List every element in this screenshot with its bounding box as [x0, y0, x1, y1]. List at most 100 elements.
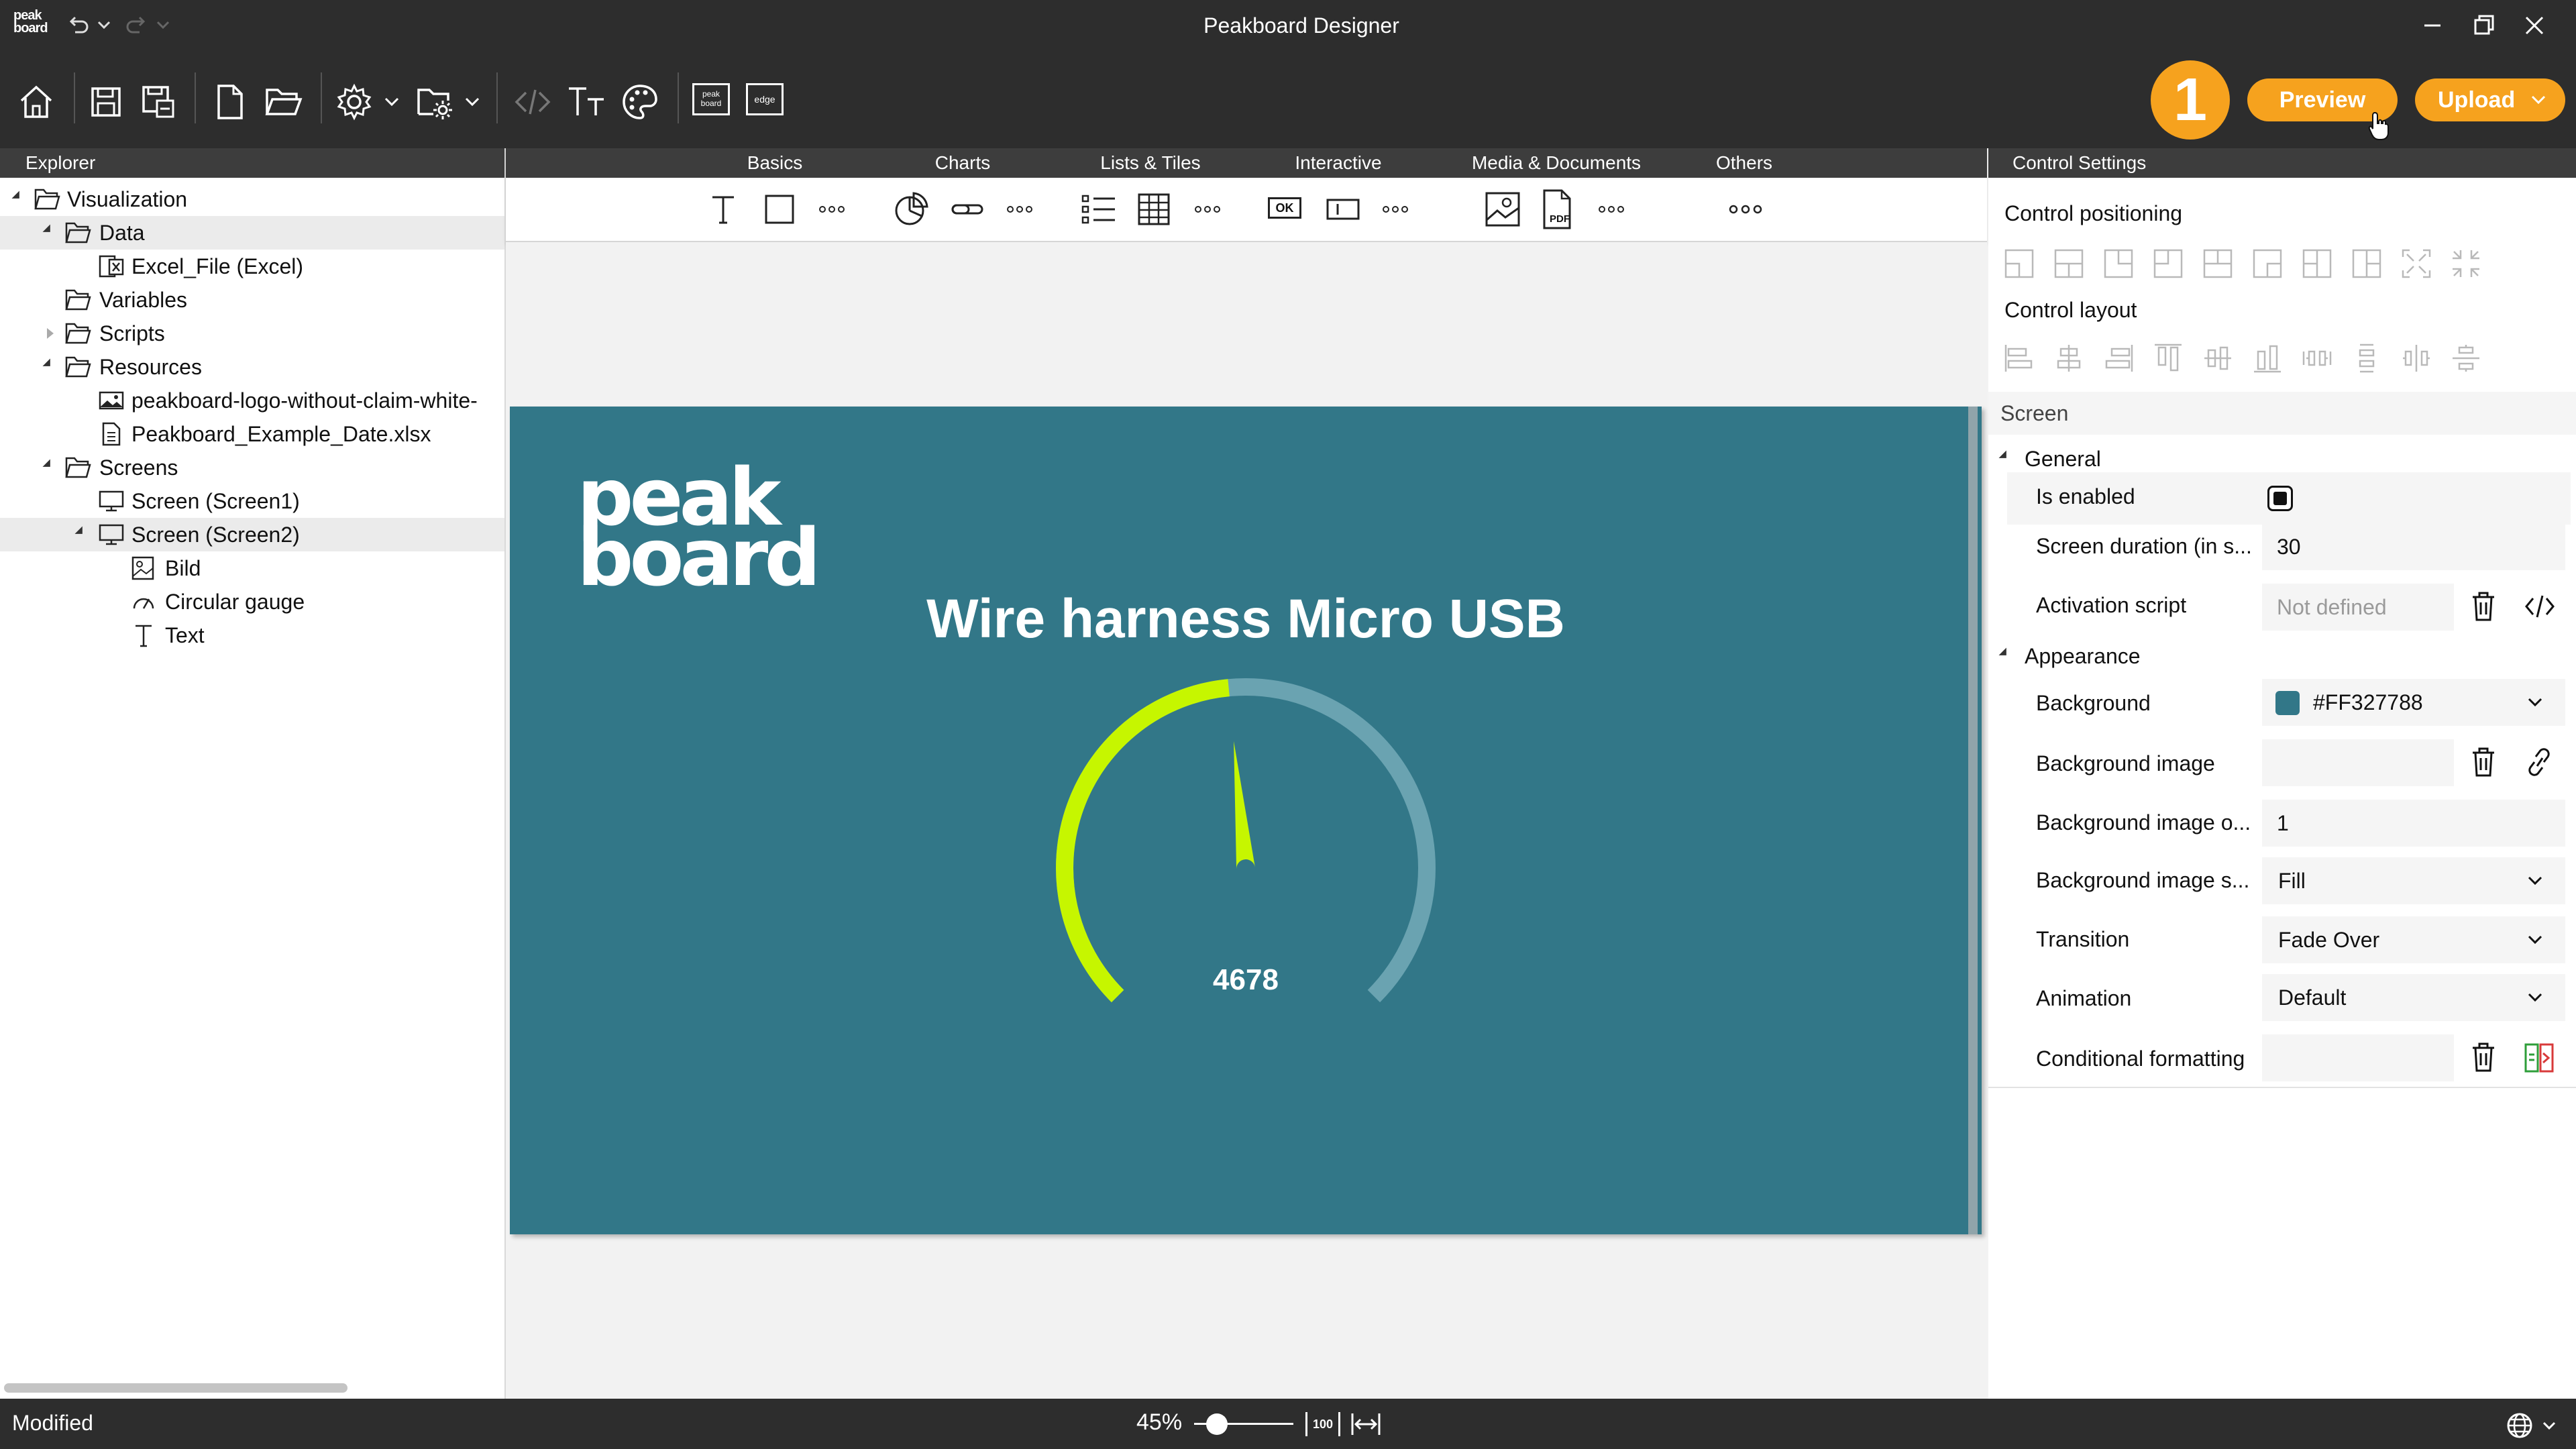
globe-icon[interactable]: [2505, 1411, 2534, 1440]
zoom-slider-thumb[interactable]: [1205, 1413, 1228, 1435]
more-media-icon[interactable]: [1598, 200, 1625, 219]
settings-gear-icon[interactable]: [333, 80, 376, 123]
position-option-2-icon[interactable]: [2053, 248, 2085, 280]
conditional-formatting-field[interactable]: [2262, 1034, 2454, 1081]
position-option-7-icon[interactable]: [2301, 248, 2333, 280]
folder-settings-dropdown-icon[interactable]: [462, 91, 483, 113]
redo-dropdown-icon[interactable]: [153, 15, 173, 35]
tree-item-text[interactable]: Text: [0, 619, 504, 652]
upload-button[interactable]: Upload: [2415, 78, 2565, 121]
tree-item-scripts[interactable]: Scripts: [0, 317, 504, 350]
save-icon[interactable]: [85, 80, 127, 123]
position-option-8-icon[interactable]: [2351, 248, 2383, 280]
rectangle-component-icon[interactable]: [762, 192, 797, 227]
tree-item-excel-file[interactable]: Excel_File (Excel): [0, 250, 504, 283]
collapse-icon[interactable]: [42, 459, 54, 471]
background-image-stretch-select[interactable]: Fill: [2262, 857, 2565, 904]
expand-icon[interactable]: [47, 328, 54, 339]
layout-option-7-icon[interactable]: [2301, 342, 2333, 374]
edge-box-icon[interactable]: edge: [746, 83, 784, 115]
layout-option-6-icon[interactable]: [2251, 342, 2284, 374]
more-basics-icon[interactable]: [818, 200, 845, 219]
position-option-4-icon[interactable]: [2152, 248, 2184, 280]
position-option-10-icon[interactable]: [2450, 248, 2482, 280]
tree-item-screens[interactable]: Screens: [0, 451, 504, 484]
more-interactive-icon[interactable]: [1382, 200, 1409, 219]
explorer-horizontal-scrollbar[interactable]: [4, 1383, 347, 1393]
pdf-component-icon[interactable]: PDF: [1540, 189, 1575, 229]
more-others-icon[interactable]: [1728, 200, 1763, 219]
layout-option-8-icon[interactable]: [2351, 342, 2383, 374]
layout-option-2-icon[interactable]: [2053, 342, 2085, 374]
tree-item-circular-gauge[interactable]: Circular gauge: [0, 585, 504, 619]
redo-icon[interactable]: [123, 12, 150, 39]
screen-title-text[interactable]: Wire harness Micro USB: [510, 588, 1982, 651]
category-charts[interactable]: Charts: [899, 148, 1026, 178]
category-others[interactable]: Others: [1684, 148, 1805, 178]
delete-activation-script-icon[interactable]: [2469, 590, 2498, 623]
layout-option-5-icon[interactable]: [2202, 342, 2234, 374]
tree-item-screen2[interactable]: Screen (Screen2): [0, 518, 504, 551]
undo-dropdown-icon[interactable]: [94, 15, 114, 35]
table-component-icon[interactable]: [1136, 192, 1171, 227]
new-file-icon[interactable]: [208, 80, 251, 123]
tree-item-data[interactable]: Data: [0, 216, 504, 250]
category-lists-tiles[interactable]: Lists & Tiles: [1073, 148, 1228, 178]
layout-option-4-icon[interactable]: [2152, 342, 2184, 374]
open-folder-icon[interactable]: [262, 80, 305, 123]
restore-icon[interactable]: [2469, 11, 2498, 40]
peakboard-logo[interactable]: peak board: [577, 458, 821, 597]
background-image-opacity-input[interactable]: 1: [2262, 800, 2565, 847]
tree-item-excel-resource[interactable]: Peakboard_Example_Date.xlsx: [0, 417, 504, 451]
zoom-slider[interactable]: [1194, 1412, 1293, 1436]
layout-option-9-icon[interactable]: [2400, 342, 2432, 374]
peakboard-box-icon[interactable]: peak board: [692, 83, 730, 115]
appearance-group-label[interactable]: Appearance: [2025, 644, 2141, 669]
fit-width-icon[interactable]: [1350, 1411, 1382, 1438]
tree-item-bild[interactable]: Bild: [0, 551, 504, 585]
collapse-icon[interactable]: [42, 358, 54, 370]
layout-option-10-icon[interactable]: [2450, 342, 2482, 374]
font-icon[interactable]: [565, 80, 608, 123]
link-background-image-icon[interactable]: [2522, 747, 2556, 777]
is-enabled-checkbox[interactable]: [2267, 486, 2293, 511]
category-interactive[interactable]: Interactive: [1275, 148, 1402, 178]
bar-chart-component-icon[interactable]: [950, 192, 985, 227]
general-group-label[interactable]: General: [2025, 447, 2101, 472]
category-media-documents[interactable]: Media & Documents: [1456, 148, 1657, 178]
close-icon[interactable]: [2520, 11, 2549, 40]
position-option-1-icon[interactable]: [2003, 248, 2035, 280]
tree-item-screen1[interactable]: Screen (Screen1): [0, 484, 504, 518]
tree-item-logo-image[interactable]: peakboard-logo-without-claim-white-: [0, 384, 504, 417]
position-option-3-icon[interactable]: [2102, 248, 2135, 280]
edit-script-code-icon[interactable]: [2524, 592, 2556, 621]
animation-select[interactable]: Default: [2262, 974, 2565, 1021]
background-color-select[interactable]: #FF327788: [2262, 679, 2565, 726]
layout-option-1-icon[interactable]: [2003, 342, 2035, 374]
screen-duration-input[interactable]: 30: [2262, 523, 2565, 570]
delete-background-image-icon[interactable]: [2469, 746, 2498, 778]
layout-option-3-icon[interactable]: [2102, 342, 2135, 374]
more-lists-icon[interactable]: [1194, 200, 1221, 219]
background-image-field[interactable]: [2262, 739, 2454, 786]
circular-gauge[interactable]: 4678: [1051, 674, 1440, 1063]
image-component-icon[interactable]: [1484, 191, 1521, 228]
palette-icon[interactable]: [619, 80, 661, 123]
position-option-5-icon[interactable]: [2202, 248, 2234, 280]
list-component-icon[interactable]: [1080, 192, 1118, 227]
settings-dropdown-icon[interactable]: [381, 91, 402, 113]
home-icon[interactable]: [15, 80, 58, 123]
tree-item-resources[interactable]: Resources: [0, 350, 504, 384]
code-icon[interactable]: [511, 80, 554, 123]
save-as-icon[interactable]: [137, 80, 180, 123]
language-dropdown-icon[interactable]: [2540, 1416, 2559, 1435]
tree-item-visualization[interactable]: Visualization: [0, 182, 504, 216]
text-component-icon[interactable]: [706, 192, 741, 227]
position-option-9-icon[interactable]: [2400, 248, 2432, 280]
folder-settings-icon[interactable]: [413, 80, 456, 123]
transition-select[interactable]: Fade Over: [2262, 916, 2565, 963]
collapse-icon[interactable]: [42, 224, 54, 236]
textbox-component-icon[interactable]: [1326, 192, 1360, 227]
collapse-icon[interactable]: [11, 191, 23, 203]
delete-conditional-formatting-icon[interactable]: [2469, 1041, 2498, 1073]
